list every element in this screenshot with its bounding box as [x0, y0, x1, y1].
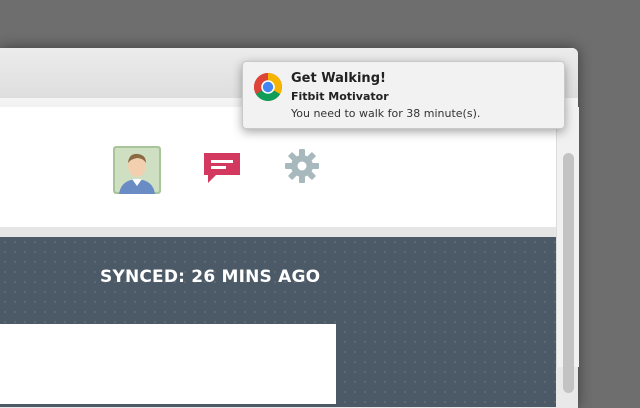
sync-status: SYNCED: 26 MINS AGO — [100, 267, 321, 287]
dashboard-card — [0, 324, 336, 404]
dashboard-panel: SYNCED: 26 MINS AGO — [0, 237, 556, 407]
chrome-icon — [254, 73, 282, 101]
section-divider — [0, 227, 556, 237]
web-page: SYNCED: 26 MINS AGO — [0, 107, 556, 407]
gear-icon[interactable] — [284, 148, 320, 184]
notification-title: Get Walking! — [291, 71, 386, 86]
scrollbar[interactable] — [556, 107, 579, 393]
notification-popup[interactable]: Get Walking! Fitbit Motivator You need t… — [242, 61, 565, 129]
notification-source: Fitbit Motivator — [291, 90, 389, 103]
scrollbar-thumb[interactable] — [563, 153, 574, 393]
notification-message: You need to walk for 38 minute(s). — [291, 107, 481, 120]
message-icon[interactable] — [202, 149, 242, 189]
avatar[interactable] — [113, 146, 161, 194]
